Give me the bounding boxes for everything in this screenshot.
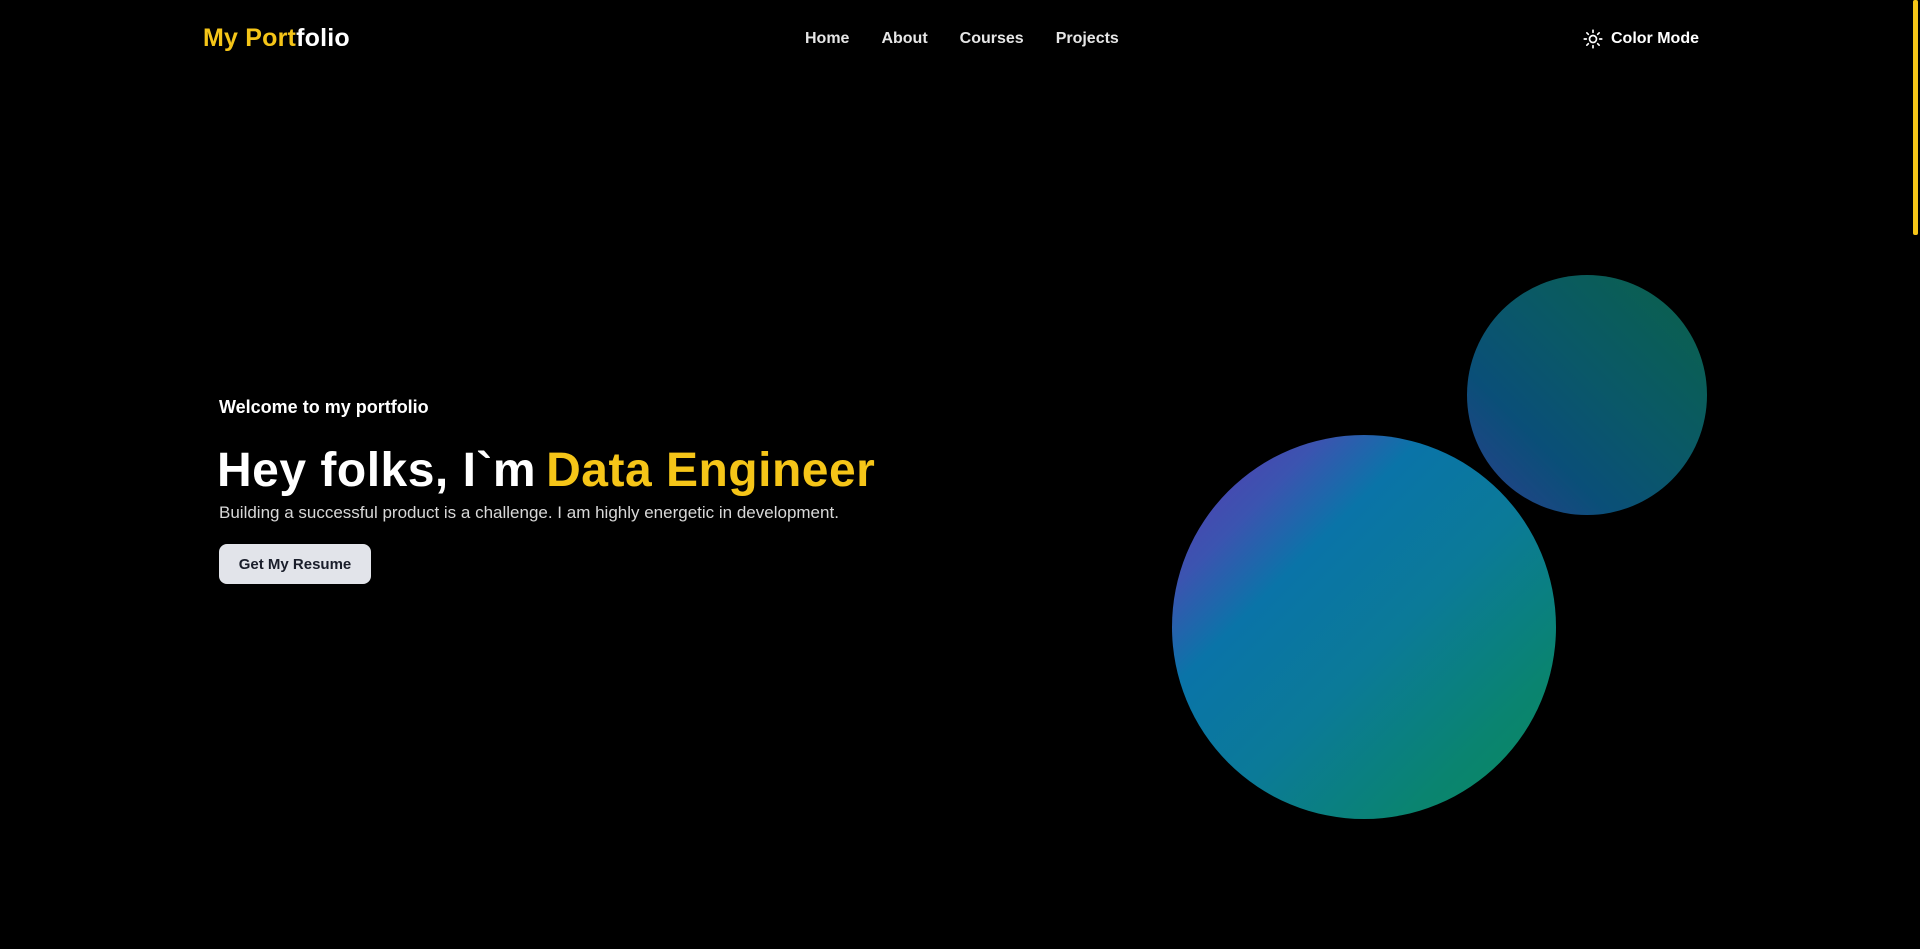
logo-accent-text: My Port (203, 24, 297, 52)
nav-link-courses[interactable]: Courses (960, 30, 1024, 48)
nav-link-home[interactable]: Home (805, 30, 849, 48)
nav-link-about[interactable]: About (881, 30, 927, 48)
sun-icon (1583, 29, 1603, 49)
navbar: My Portfolio Home About Courses Projects (0, 0, 1908, 80)
logo[interactable]: My Portfolio (203, 24, 350, 53)
decorative-circle-small (1467, 275, 1707, 515)
hero-welcome-text: Welcome to my portfolio (219, 397, 429, 417)
scrollbar-thumb[interactable] (1913, 0, 1918, 235)
hero-subtitle: Building a successful product is a chall… (219, 503, 839, 522)
hero-title-highlight: Data Engineer (546, 444, 876, 497)
logo-rest-text: folio (296, 24, 350, 52)
decorative-circle-large (1172, 435, 1556, 819)
nav-link-projects[interactable]: Projects (1056, 30, 1119, 48)
color-mode-toggle[interactable]: Color Mode (1583, 29, 1699, 49)
hero-title: Hey folks, I`m Data Engineer (217, 442, 875, 500)
nav-links: Home About Courses Projects (805, 30, 1119, 48)
get-resume-button[interactable]: Get My Resume (219, 544, 371, 584)
hero-title-prefix: Hey folks, I`m (217, 444, 537, 497)
color-mode-label: Color Mode (1611, 30, 1699, 47)
page: My Portfolio Home About Courses Projects (0, 0, 1920, 949)
